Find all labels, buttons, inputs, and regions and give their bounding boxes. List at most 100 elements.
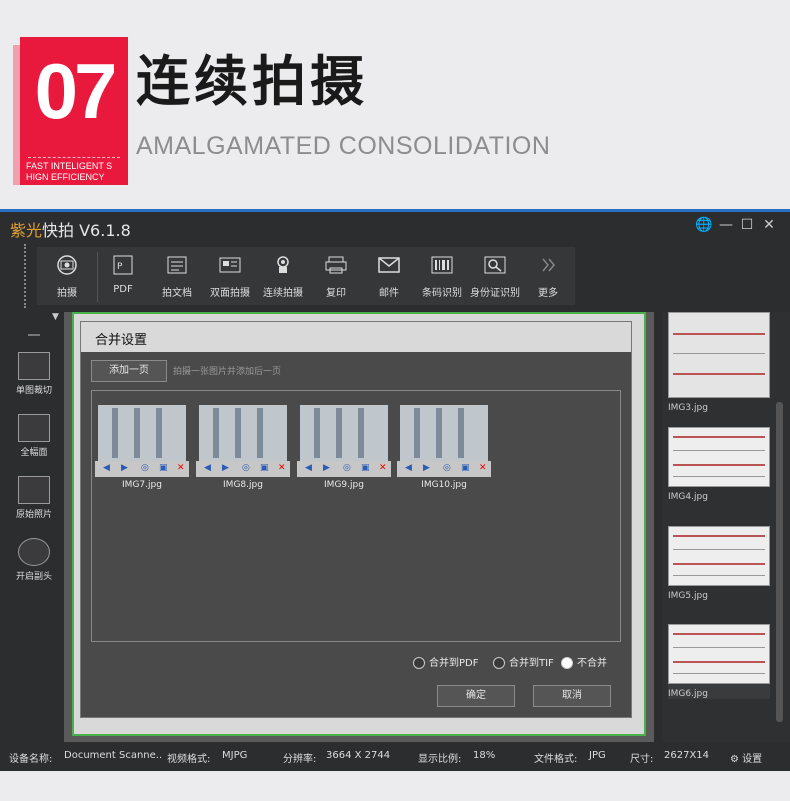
left-item-full-frame[interactable]: 全幅面 <box>6 414 62 458</box>
toolbar: 拍摄 P PDF 拍文档 双面拍摄 连续拍摄 复印 邮件 条码识别 身份证识别 … <box>37 247 575 305</box>
thumbnail-panel: IMG3.jpg IMG4.jpg IMG5.jpg IMG6.jpg <box>662 312 790 742</box>
move-right-icon[interactable]: ▶ <box>323 463 330 473</box>
merge-image-name: IMG10.jpg <box>421 480 467 490</box>
thumbnail-line <box>673 353 765 354</box>
preview-stripe <box>257 408 263 458</box>
thumbnail-line <box>673 647 765 648</box>
move-right-icon[interactable]: ▶ <box>222 463 229 473</box>
preview-stripe <box>235 408 241 458</box>
thumbnail-image <box>668 312 770 398</box>
globe-icon[interactable]: 🌐 <box>694 217 714 233</box>
size-label: 尺寸: <box>630 754 654 765</box>
app-title: 紫光快拍 V6.1.8 <box>10 217 131 241</box>
merge-image-name: IMG8.jpg <box>223 480 263 490</box>
badge-subtitle: FAST INTELIGENT S HIGN EFFICIENCY <box>26 161 126 183</box>
merge-image-item[interactable]: ◀ ▶ ◎ ▣ ✕ IMG10.jpg <box>397 405 491 490</box>
cancel-button[interactable]: 取消 <box>533 685 611 707</box>
move-right-icon[interactable]: ▶ <box>423 463 430 473</box>
delete-icon[interactable]: ✕ <box>379 463 387 473</box>
thumbnail-caption: IMG4.jpg <box>668 492 708 502</box>
thumbnail-scrollbar[interactable] <box>776 402 783 722</box>
video-format-value: MJPG <box>222 750 248 761</box>
thumbnail-image <box>668 427 770 487</box>
merge-image-preview <box>300 405 388 461</box>
merge-image-item[interactable]: ◀ ▶ ◎ ▣ ✕ IMG8.jpg <box>196 405 290 490</box>
number-badge: 07 FAST INTELIGENT S HIGN EFFICIENCY <box>20 37 128 185</box>
thumbnail-item-selected[interactable]: IMG6.jpg <box>668 624 770 699</box>
more-icon <box>542 258 555 272</box>
thumbnail-line <box>673 633 765 635</box>
rotate-icon[interactable]: ◎ <box>343 463 351 473</box>
move-left-icon[interactable]: ◀ <box>204 463 211 473</box>
toolbar-grip[interactable] <box>24 244 29 308</box>
move-left-icon[interactable]: ◀ <box>305 463 312 473</box>
thumbnail-line <box>673 450 765 451</box>
svg-text:P: P <box>117 262 123 272</box>
dialog-title-bar: 合并设置 <box>81 322 631 352</box>
left-item-single-crop[interactable]: 单图裁切 <box>6 352 62 396</box>
edit-icon[interactable]: ▣ <box>260 463 269 473</box>
edit-icon[interactable]: ▣ <box>461 463 470 473</box>
edit-icon[interactable]: ▣ <box>361 463 370 473</box>
radio-merge-pdf[interactable]: 合并到PDF <box>413 654 478 669</box>
thumbnail-item[interactable]: IMG3.jpg <box>668 312 770 413</box>
left-item-original-photo-label: 原始照片 <box>15 510 52 520</box>
settings-button[interactable]: ⚙ 设置 <box>730 750 762 765</box>
document-icon <box>167 256 187 274</box>
preview-stripe <box>414 408 420 458</box>
thumbnail-image <box>668 624 770 684</box>
merge-image-preview <box>98 405 186 461</box>
rotate-icon[interactable]: ◎ <box>443 463 451 473</box>
merge-image-preview <box>400 405 488 461</box>
close-button[interactable]: ✕ <box>759 217 779 233</box>
delete-icon[interactable]: ✕ <box>479 463 487 473</box>
delete-icon[interactable]: ✕ <box>177 463 185 473</box>
move-left-icon[interactable]: ◀ <box>405 463 412 473</box>
banner-title: 连续拍摄 <box>136 50 368 113</box>
image-action-strip: ◀ ▶ ◎ ▣ ✕ <box>95 461 189 477</box>
left-item-original-photo[interactable]: 原始照片 <box>6 476 62 520</box>
preview-stripe <box>156 408 162 458</box>
rotate-icon[interactable]: ◎ <box>141 463 149 473</box>
delete-icon[interactable]: ✕ <box>278 463 286 473</box>
thumbnail-item[interactable]: IMG4.jpg <box>668 427 770 502</box>
title-bar: 紫光快拍 V6.1.8 🌐 — ☐ ✕ <box>0 212 790 242</box>
tool-shoot[interactable]: 拍摄 <box>37 247 97 305</box>
add-page-button[interactable]: 添加一页 <box>91 360 167 382</box>
radio-circle <box>493 657 505 669</box>
ratio-label: 显示比例: <box>418 754 462 765</box>
rotate-icon[interactable]: ◎ <box>242 463 250 473</box>
resolution-value: 3664 X 2744 <box>326 750 391 761</box>
thumbnail-line <box>673 673 765 674</box>
image-action-strip: ◀ ▶ ◎ ▣ ✕ <box>397 461 491 477</box>
left-panel: ▼ 单图裁切 全幅面 原始照片 开启副头 <box>6 312 62 742</box>
preview-stripe <box>336 408 342 458</box>
move-left-icon[interactable]: ◀ <box>103 463 110 473</box>
resolution-label: 分辨率: <box>283 754 317 765</box>
merge-image-item[interactable]: ◀ ▶ ◎ ▣ ✕ IMG9.jpg <box>297 405 391 490</box>
double-side-icon <box>219 257 241 273</box>
thumbnail-line <box>673 661 765 663</box>
copy-icon <box>325 256 347 274</box>
tool-more-label: 更多 <box>538 288 558 299</box>
radio-no-merge-label: 不合并 <box>577 658 607 669</box>
merge-image-list: ◀ ▶ ◎ ▣ ✕ IMG7.jpg ◀ ▶ ◎ ▣ ✕ IMG8.jpg ◀ ▶ ◎ ▣ ✕ IMG9… <box>91 390 621 642</box>
radio-circle <box>413 657 425 669</box>
badge-divider <box>28 157 120 158</box>
merge-image-item[interactable]: ◀ ▶ ◎ ▣ ✕ IMG7.jpg <box>95 405 189 490</box>
left-item-secondary-camera[interactable]: 开启副头 <box>6 538 62 582</box>
edit-icon[interactable]: ▣ <box>159 463 168 473</box>
thumbnail-line <box>673 476 765 477</box>
radio-merge-tif[interactable]: 合并到TIF <box>493 654 554 669</box>
move-right-icon[interactable]: ▶ <box>121 463 128 473</box>
thumbnail-caption: IMG5.jpg <box>668 591 708 601</box>
tool-more[interactable]: 更多 <box>518 247 578 305</box>
mail-icon <box>378 257 400 273</box>
minimize-button[interactable]: — <box>716 217 736 233</box>
pin-icon[interactable]: ▼ <box>52 312 59 322</box>
radio-no-merge[interactable]: 不合并 <box>561 654 607 669</box>
thumbnail-item[interactable]: IMG5.jpg <box>668 526 770 601</box>
thumbnail-line <box>673 436 765 438</box>
ok-button[interactable]: 确定 <box>437 685 515 707</box>
maximize-button[interactable]: ☐ <box>737 217 757 233</box>
